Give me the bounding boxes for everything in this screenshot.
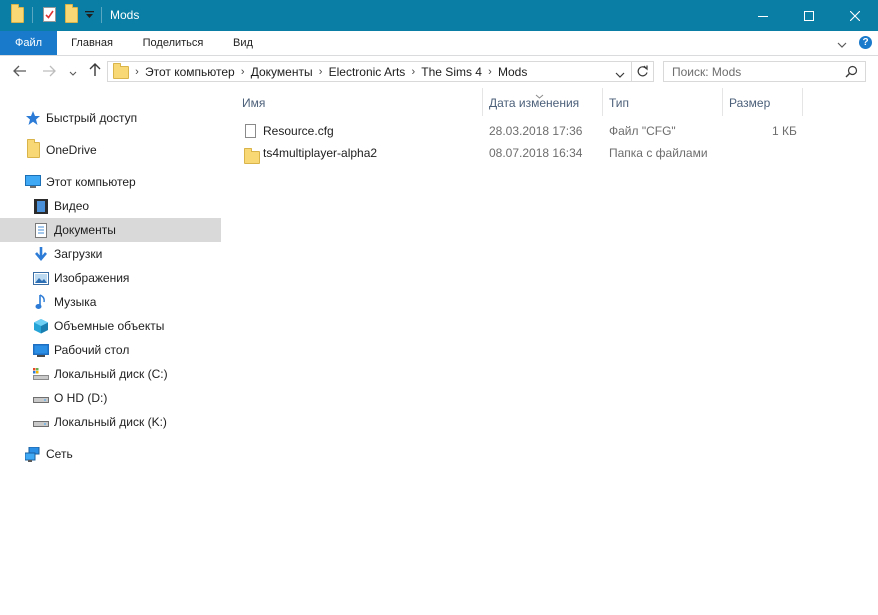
divider	[101, 7, 102, 23]
breadcrumb-documents[interactable]: Документы	[251, 65, 313, 79]
sidebar-item-label: Документы	[54, 223, 116, 237]
expand-ribbon-icon[interactable]	[837, 38, 847, 52]
sidebar-item-network[interactable]: Сеть	[0, 442, 221, 466]
column-divider[interactable]	[602, 88, 603, 116]
sidebar-item-3d-objects[interactable]: Объемные объекты	[0, 314, 221, 338]
sidebar-item-onedrive[interactable]: OneDrive	[0, 138, 221, 162]
sidebar-item-label: Музыка	[54, 295, 97, 309]
sidebar-item-quick-access[interactable]: Быстрый доступ	[0, 106, 221, 130]
file-type: Папка с файлами	[609, 146, 708, 160]
breadcrumb: › Этот компьютер › Документы › Electroni…	[135, 64, 528, 79]
sidebar-item-video[interactable]: Видео	[0, 194, 221, 218]
sidebar-item-label: Рабочий стол	[54, 343, 130, 357]
folder-icon	[113, 63, 129, 82]
address-bar[interactable]: › Этот компьютер › Документы › Electroni…	[107, 61, 654, 82]
drive-icon	[33, 414, 49, 430]
download-icon	[33, 246, 49, 262]
sidebar-item-drive-k[interactable]: Локальный диск (K:)	[0, 410, 221, 434]
file-date: 08.07.2018 16:34	[489, 146, 583, 160]
window-title: Mods	[110, 8, 140, 22]
up-arrow-icon[interactable]	[86, 63, 104, 81]
sidebar-item-label: Объемные объекты	[54, 319, 165, 333]
column-header-date[interactable]: Дата изменения	[489, 96, 579, 114]
sidebar-item-this-pc[interactable]: Этот компьютер	[0, 170, 221, 194]
column-header-size[interactable]: Размер	[729, 96, 770, 114]
search-placeholder: Поиск: Mods	[672, 65, 742, 79]
tab-share[interactable]: Поделиться	[129, 31, 217, 55]
drive-icon	[33, 366, 49, 382]
title-bar: Mods	[0, 0, 878, 31]
tab-view[interactable]: Вид	[219, 31, 267, 55]
forward-arrow-icon[interactable]	[40, 63, 58, 81]
file-row[interactable]: Resource.cfg 28.03.2018 17:36 Файл "CFG"…	[240, 121, 800, 141]
search-icon	[845, 65, 858, 81]
file-date: 28.03.2018 17:36	[489, 124, 583, 138]
folder-icon	[11, 4, 24, 23]
file-name: Resource.cfg	[263, 124, 334, 138]
sidebar-item-label: Локальный диск (C:)	[54, 367, 168, 381]
navigation-pane: Быстрый доступ OneDrive Этот компьютер В…	[0, 92, 222, 615]
file-size: 1 КБ	[772, 124, 797, 138]
breadcrumb-electronic-arts[interactable]: Electronic Arts	[329, 65, 406, 79]
file-name: ts4multiplayer-alpha2	[263, 146, 378, 160]
search-input[interactable]: Поиск: Mods	[663, 61, 866, 82]
sidebar-item-label: Изображения	[54, 271, 130, 285]
column-header-type[interactable]: Тип	[609, 96, 629, 114]
sidebar-item-pictures[interactable]: Изображения	[0, 266, 221, 290]
column-divider[interactable]	[802, 88, 803, 116]
sidebar-item-desktop[interactable]: Рабочий стол	[0, 338, 221, 362]
sidebar-item-label: Сеть	[46, 447, 73, 461]
pictures-icon	[33, 270, 49, 286]
minimize-button[interactable]	[740, 0, 786, 31]
sidebar-item-label: Этот компьютер	[46, 175, 136, 189]
3d-objects-icon	[33, 318, 49, 334]
sidebar-item-label: Локальный диск (K:)	[54, 415, 167, 429]
breadcrumb-the-sims-4[interactable]: The Sims 4	[421, 65, 482, 79]
video-icon	[33, 198, 49, 214]
recent-locations-icon[interactable]	[64, 63, 82, 81]
customize-toolbar-icon[interactable]	[85, 11, 94, 19]
properties-icon[interactable]	[43, 7, 56, 22]
divider	[32, 7, 33, 23]
sidebar-item-label: O HD (D:)	[54, 391, 108, 405]
sidebar-item-label: Загрузки	[54, 247, 103, 261]
folder-icon	[25, 139, 41, 158]
ribbon: Файл Главная Поделиться Вид ?	[0, 31, 878, 56]
network-icon	[25, 446, 41, 462]
sidebar-item-drive-c[interactable]: Локальный диск (C:)	[0, 362, 221, 386]
file-row[interactable]: ts4multiplayer-alpha2 08.07.2018 16:34 П…	[240, 143, 800, 164]
sidebar-item-downloads[interactable]: Загрузки	[0, 242, 221, 266]
breadcrumb-this-pc[interactable]: Этот компьютер	[145, 65, 235, 79]
breadcrumb-mods[interactable]: Mods	[498, 65, 527, 79]
back-arrow-icon[interactable]	[11, 63, 29, 81]
computer-icon	[25, 174, 41, 190]
desktop-icon	[33, 342, 49, 358]
new-folder-icon[interactable]	[65, 4, 78, 23]
column-divider[interactable]	[482, 88, 483, 116]
tab-home[interactable]: Главная	[57, 31, 127, 55]
sidebar-item-drive-d[interactable]: O HD (D:)	[0, 386, 221, 410]
sidebar-item-label: OneDrive	[46, 143, 97, 157]
drive-icon	[33, 390, 49, 406]
column-divider[interactable]	[722, 88, 723, 116]
tab-file[interactable]: Файл	[0, 31, 57, 55]
document-icon	[245, 124, 256, 138]
refresh-icon[interactable]	[636, 65, 649, 81]
column-header-name[interactable]: Имя	[242, 96, 265, 114]
sidebar-item-label: Быстрый доступ	[46, 111, 138, 125]
file-type: Файл "CFG"	[609, 124, 676, 138]
music-icon	[33, 294, 49, 310]
document-icon	[33, 222, 49, 238]
sidebar-item-label: Видео	[54, 199, 90, 213]
help-icon[interactable]: ?	[859, 36, 872, 49]
star-icon	[25, 110, 41, 126]
maximize-button[interactable]	[786, 0, 832, 31]
close-button[interactable]	[832, 0, 878, 31]
sidebar-item-documents[interactable]: Документы	[0, 218, 221, 242]
sidebar-item-music[interactable]: Музыка	[0, 290, 221, 314]
address-dropdown-icon[interactable]	[615, 68, 625, 82]
